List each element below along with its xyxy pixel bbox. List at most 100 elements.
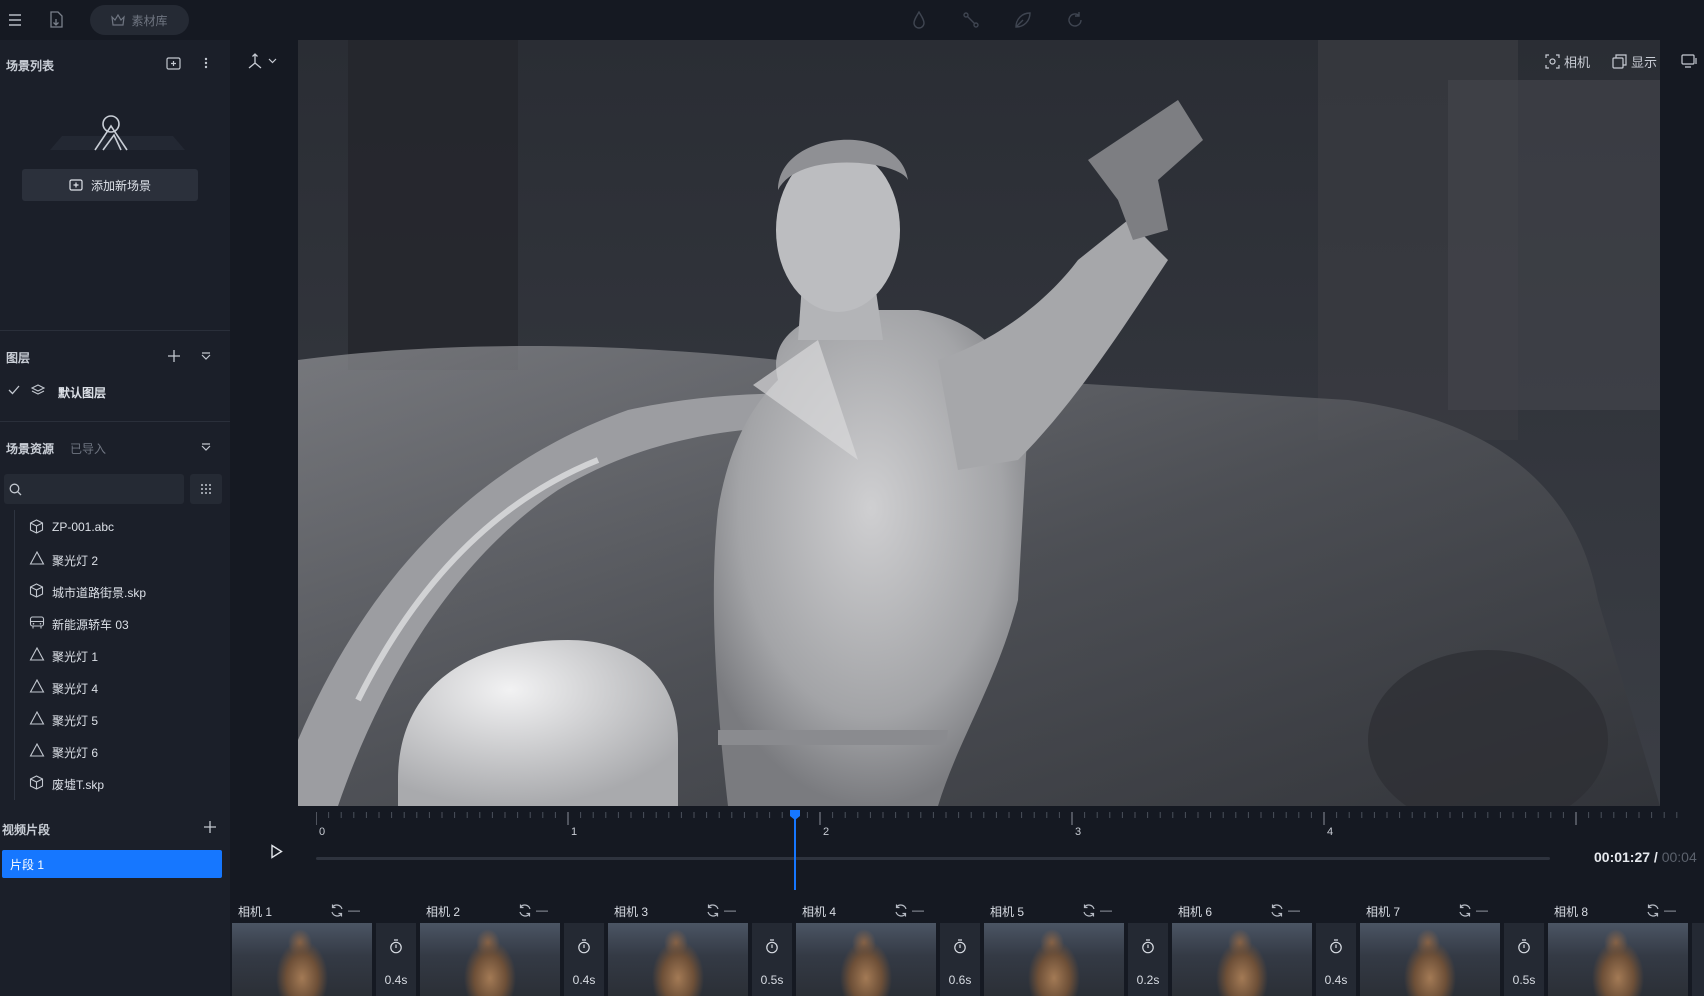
camera-thumbnail[interactable]: [420, 923, 560, 996]
camera-duration[interactable]: 0.5s: [1504, 923, 1544, 996]
camera-dash[interactable]: —: [724, 903, 736, 917]
camera-thumbnail[interactable]: [796, 923, 936, 996]
camera-duration[interactable]: [1692, 923, 1704, 996]
camera-duration[interactable]: 0.4s: [376, 923, 416, 996]
camera-thumbnail[interactable]: [232, 923, 372, 996]
camera-dash[interactable]: —: [1288, 903, 1300, 917]
camera-card[interactable]: 相机 2 — 0.4s: [418, 900, 606, 996]
camera-name: 相机 4: [802, 905, 837, 919]
asset-item-city-street[interactable]: 城市道路街景.skp: [0, 575, 228, 607]
camera-controls: —: [706, 903, 736, 917]
swap-icon[interactable]: [706, 903, 720, 917]
camera-name: 相机 3: [614, 905, 649, 919]
camera-card[interactable]: 相机 7 — 0.5s: [1358, 900, 1546, 996]
current-time: 00:01:27: [1594, 849, 1651, 865]
segment-item-active[interactable]: 片段 1: [2, 850, 222, 878]
swap-icon[interactable]: [1082, 903, 1096, 917]
camera-duration-value: 0.2s: [1136, 973, 1160, 987]
swap-icon[interactable]: [894, 903, 908, 917]
camera-thumbnail[interactable]: [1360, 923, 1500, 996]
asset-item-ruins[interactable]: 废墟T.skp: [0, 767, 228, 799]
timeline-track[interactable]: [316, 857, 1550, 860]
swap-icon[interactable]: [1270, 903, 1284, 917]
3d-viewport[interactable]: [298, 40, 1660, 806]
camera-dash[interactable]: —: [536, 903, 548, 917]
layers-title: 图层: [6, 351, 31, 365]
refresh-icon[interactable]: [1064, 9, 1086, 31]
swap-icon[interactable]: [518, 903, 532, 917]
check-icon[interactable]: [8, 385, 20, 395]
camera-card[interactable]: 相机 1 — 0.4s: [230, 900, 418, 996]
panel-toggle-icon[interactable]: [1678, 51, 1700, 71]
camera-dash[interactable]: —: [912, 903, 924, 917]
asset-item-label: 废墟T.skp: [52, 778, 105, 792]
transform-tool-button[interactable]: [246, 52, 277, 70]
camera-view-button[interactable]: 相机: [1545, 52, 1590, 71]
camera-view-label: 相机: [1564, 55, 1591, 70]
asset-item-label: 城市道路街景.skp: [52, 586, 147, 600]
asset-item-spotlight-5[interactable]: 聚光灯 5: [0, 703, 228, 735]
library-button[interactable]: 素材库: [90, 5, 189, 35]
camera-card[interactable]: 相机 6 — 0.4s: [1170, 900, 1358, 996]
timeline-ruler[interactable]: 0 1 2 3 4: [316, 806, 1704, 836]
asset-search-input[interactable]: [4, 474, 184, 504]
camera-card[interactable]: 相机 3 — 0.5s: [606, 900, 794, 996]
asset-item-spotlight-4[interactable]: 聚光灯 4: [0, 671, 228, 703]
ruler-tick-label: 2: [823, 826, 829, 836]
camera-dash[interactable]: —: [348, 903, 360, 917]
camera-dash[interactable]: —: [1100, 903, 1112, 917]
camera-dash[interactable]: —: [1476, 903, 1488, 917]
camera-thumbnail[interactable]: [1548, 923, 1688, 996]
add-new-scene-button[interactable]: 添加新场景: [22, 169, 198, 201]
bone-icon[interactable]: [960, 9, 982, 31]
camera-duration[interactable]: 0.5s: [752, 923, 792, 996]
drop-icon[interactable]: [908, 9, 930, 31]
asset-item-car[interactable]: 新能源轿车 03: [0, 607, 228, 639]
swap-icon[interactable]: [1458, 903, 1472, 917]
asset-item-spotlight-6[interactable]: 聚光灯 6: [0, 735, 228, 767]
more-icon[interactable]: [196, 53, 216, 73]
camera-duration[interactable]: 0.4s: [1316, 923, 1356, 996]
camera-name: 相机 1: [238, 905, 273, 919]
layer-item-default[interactable]: 默认图层: [0, 376, 228, 406]
camera-duration[interactable]: 0.2s: [1128, 923, 1168, 996]
asset-item-zp-001[interactable]: ZP-001.abc: [0, 511, 228, 543]
playhead[interactable]: [794, 810, 796, 890]
playhead-handle[interactable]: [789, 809, 801, 821]
camera-card[interactable]: 相机 5 — 0.2s: [982, 900, 1170, 996]
display-button[interactable]: 显示: [1612, 52, 1657, 71]
play-button[interactable]: [266, 840, 286, 862]
asset-item-spotlight-2[interactable]: 聚光灯 2: [0, 543, 228, 575]
collapse-icon[interactable]: [196, 346, 216, 366]
cube-icon: [29, 519, 44, 534]
tab-imported[interactable]: 已导入: [70, 440, 106, 457]
camera-duration[interactable]: 0.6s: [940, 923, 980, 996]
camera-thumbnail[interactable]: [608, 923, 748, 996]
camera-name: 相机 7: [1366, 905, 1401, 919]
camera-card[interactable]: 相机 8 —: [1546, 900, 1704, 996]
stopwatch-icon: [766, 939, 778, 954]
add-clip-icon[interactable]: [200, 817, 220, 837]
camera-card[interactable]: 相机 4 — 0.6s: [794, 900, 982, 996]
car-icon: [29, 616, 45, 629]
play-icon: [270, 843, 283, 859]
menu-icon[interactable]: [4, 10, 26, 30]
file-export-icon[interactable]: [45, 9, 67, 31]
asset-item-label: 聚光灯 5: [52, 714, 99, 728]
add-scene-icon[interactable]: [163, 53, 183, 73]
camera-thumbnail[interactable]: [984, 923, 1124, 996]
swap-icon[interactable]: [330, 903, 344, 917]
camera-dash[interactable]: —: [1664, 903, 1676, 917]
ruler-tick-label: 1: [571, 826, 577, 836]
collapse-icon[interactable]: [196, 437, 216, 457]
grid-view-button[interactable]: [190, 474, 222, 504]
asset-item-label: 聚光灯 1: [52, 650, 99, 664]
leaf-icon[interactable]: [1012, 9, 1034, 31]
spotlight-icon: [29, 679, 45, 693]
add-layer-icon[interactable]: [164, 346, 184, 366]
asset-item-spotlight-1[interactable]: 聚光灯 1: [0, 639, 228, 671]
grid-icon: [201, 484, 211, 494]
swap-icon[interactable]: [1646, 903, 1660, 917]
camera-duration[interactable]: 0.4s: [564, 923, 604, 996]
camera-thumbnail[interactable]: [1172, 923, 1312, 996]
